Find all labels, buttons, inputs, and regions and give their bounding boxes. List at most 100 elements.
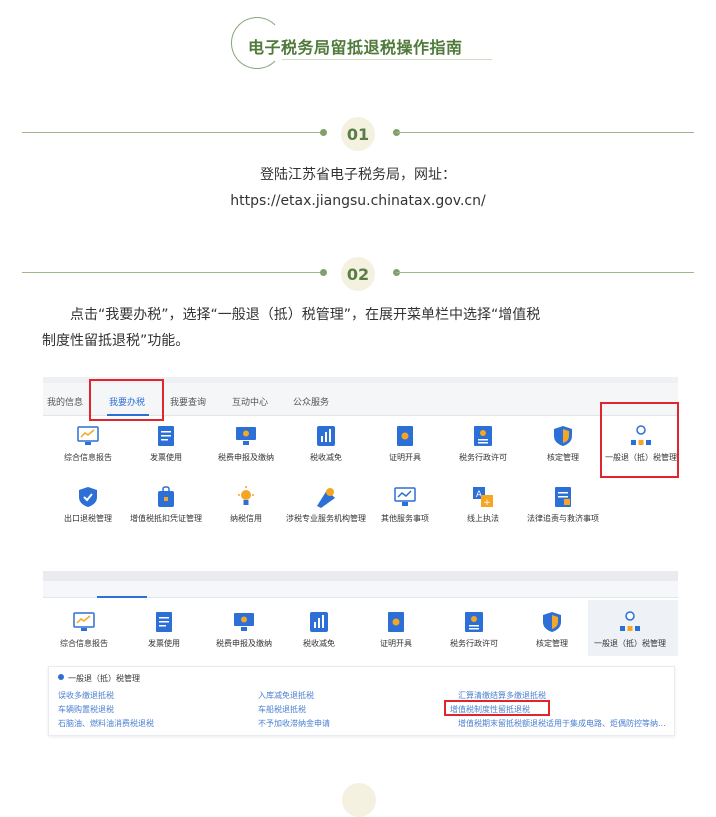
service-item-label: 出口退税管理 [64,514,112,523]
divider-dot [320,129,327,136]
service-item[interactable]: 综合信息报告 [48,425,128,463]
service-item-label: 证明开具 [380,639,412,648]
step-number: 01 [341,117,375,151]
submenu-link[interactable]: 不予加收滞纳金申请 [258,718,330,729]
submenu-title: 一般退（抵）税管理 [68,674,140,683]
service-item[interactable]: 一般退（抵）税管理 [590,611,670,649]
service-item-label: 综合信息报告 [60,639,108,648]
service-item[interactable]: 核定管理 [512,611,592,649]
service-item-label: 核定管理 [536,639,568,648]
divider-line-left [22,272,322,273]
divider-dot [320,269,327,276]
submenu-link[interactable]: 石脑油、燃料油消费税退税 [58,718,154,729]
highlight-box-refund-management [600,402,679,478]
service-item-label: 发票使用 [150,453,182,462]
service-item[interactable]: 税收减免 [279,611,359,649]
monitor-icon [233,611,255,633]
highlight-box-vat-refund [444,700,550,716]
tab-my-info[interactable]: 我的信息 [47,395,83,408]
service-item-label: 线上执法 [467,514,499,523]
service-item-label: 法律追责与救济事项 [527,514,599,523]
service-item[interactable]: 纳税信用 [206,486,286,524]
service-item-label: 一般退（抵）税管理 [594,639,666,648]
service-item-label: 税收减免 [303,639,335,648]
tab-query[interactable]: 我要查询 [170,395,206,408]
service-item[interactable]: A + 线上执法 [443,486,523,524]
service-item[interactable]: 发票使用 [126,425,206,463]
svg-text:+: + [483,498,491,508]
monitor-icon [235,425,257,447]
service-item[interactable]: 核定管理 [523,425,603,463]
submenu-link[interactable]: 误收多缴退抵税 [58,690,114,701]
step-number-partial [342,783,376,817]
step-2-line-2: 制度性留抵退税”功能。 [42,333,190,349]
service-item[interactable]: 税收减免 [286,425,366,463]
active-tab-indicator [97,596,147,598]
service-item-label: 税收减免 [310,453,342,462]
service-item-label: 税务行政许可 [459,453,507,462]
tab-interaction[interactable]: 互动中心 [232,395,268,408]
service-item-label: 增值税抵扣凭证管理 [130,514,202,523]
chart-icon [73,611,95,633]
service-item-label: 税务行政许可 [450,639,498,648]
service-item-label: 税费申报及缴纳 [216,639,272,648]
document-icon [155,425,177,447]
service-item[interactable]: 其他服务事项 [365,486,445,524]
tools-icon [315,486,337,508]
service-item-label: 其他服务事项 [381,514,429,523]
service-item-label: 核定管理 [547,453,579,462]
divider-line-right [396,132,694,133]
bar-chart-icon [308,611,330,633]
lightbulb-icon [235,486,257,508]
screen-chart-icon [394,486,416,508]
service-item[interactable]: 增值税抵扣凭证管理 [126,486,206,524]
shield-check-icon [77,486,99,508]
divider-line-right [396,272,694,273]
license-icon [472,425,494,447]
service-item[interactable]: 税费申报及缴纳 [206,425,286,463]
shield-icon [552,425,574,447]
page-title: 电子税务局留抵退税操作指南 [248,38,463,57]
certificate-icon [394,425,416,447]
submenu-bullet-icon [58,674,64,680]
service-item[interactable]: 出口退税管理 [48,486,128,524]
step-1-line-1: 登陆江苏省电子税务局，网址： [260,167,456,183]
bar-chart-icon [315,425,337,447]
certificate-icon [385,611,407,633]
document-icon [153,611,175,633]
tab-public-service[interactable]: 公众服务 [293,395,329,408]
service-item[interactable]: 证明开具 [365,425,445,463]
step-number: 02 [341,257,375,291]
submenu-link[interactable]: 车船税退抵税 [258,704,306,715]
service-item[interactable]: 税务行政许可 [434,611,514,649]
translate-icon: A + [472,486,494,508]
service-item[interactable]: 证明开具 [356,611,436,649]
bag-icon [155,486,177,508]
law-document-icon [552,486,574,508]
service-item[interactable]: 税务行政许可 [443,425,523,463]
submenu-link[interactable]: 车辆购置税退税 [58,704,114,715]
service-item[interactable]: 发票使用 [124,611,204,649]
shield-icon [541,611,563,633]
service-item[interactable]: 涉税专业服务机构管理 [286,486,366,524]
service-item[interactable]: 税费申报及缴纳 [204,611,284,649]
service-item-label: 涉税专业服务机构管理 [286,514,366,523]
highlight-box-tab [89,379,164,421]
service-item-label: 证明开具 [389,453,421,462]
service-item-label: 发票使用 [148,639,180,648]
service-item-label: 纳税信用 [230,514,262,523]
license-icon [463,611,485,633]
screenshot2-top-strip [43,571,678,581]
step-1-url[interactable]: https://etax.jiangsu.chinatax.gov.cn/ [0,188,716,214]
service-item[interactable]: 法律追责与救济事项 [523,486,603,524]
divider-line-left [22,132,322,133]
step-2-line-1: 点击“我要办税”，选择“一般退（抵）税管理”，在展开菜单栏中选择“增值税 [70,307,541,323]
submenu-link[interactable]: 入库减免退抵税 [258,690,314,701]
service-item-label: 综合信息报告 [64,453,112,462]
org-tree-icon [619,611,641,633]
chart-icon [77,425,99,447]
title-underline [282,59,492,60]
submenu-link[interactable]: 增值税期末留抵税额退税适用于集成电路、炬偶防控等纳... [458,718,666,729]
service-item[interactable]: 综合信息报告 [44,611,124,649]
service-item-label: 税费申报及缴纳 [218,453,274,462]
